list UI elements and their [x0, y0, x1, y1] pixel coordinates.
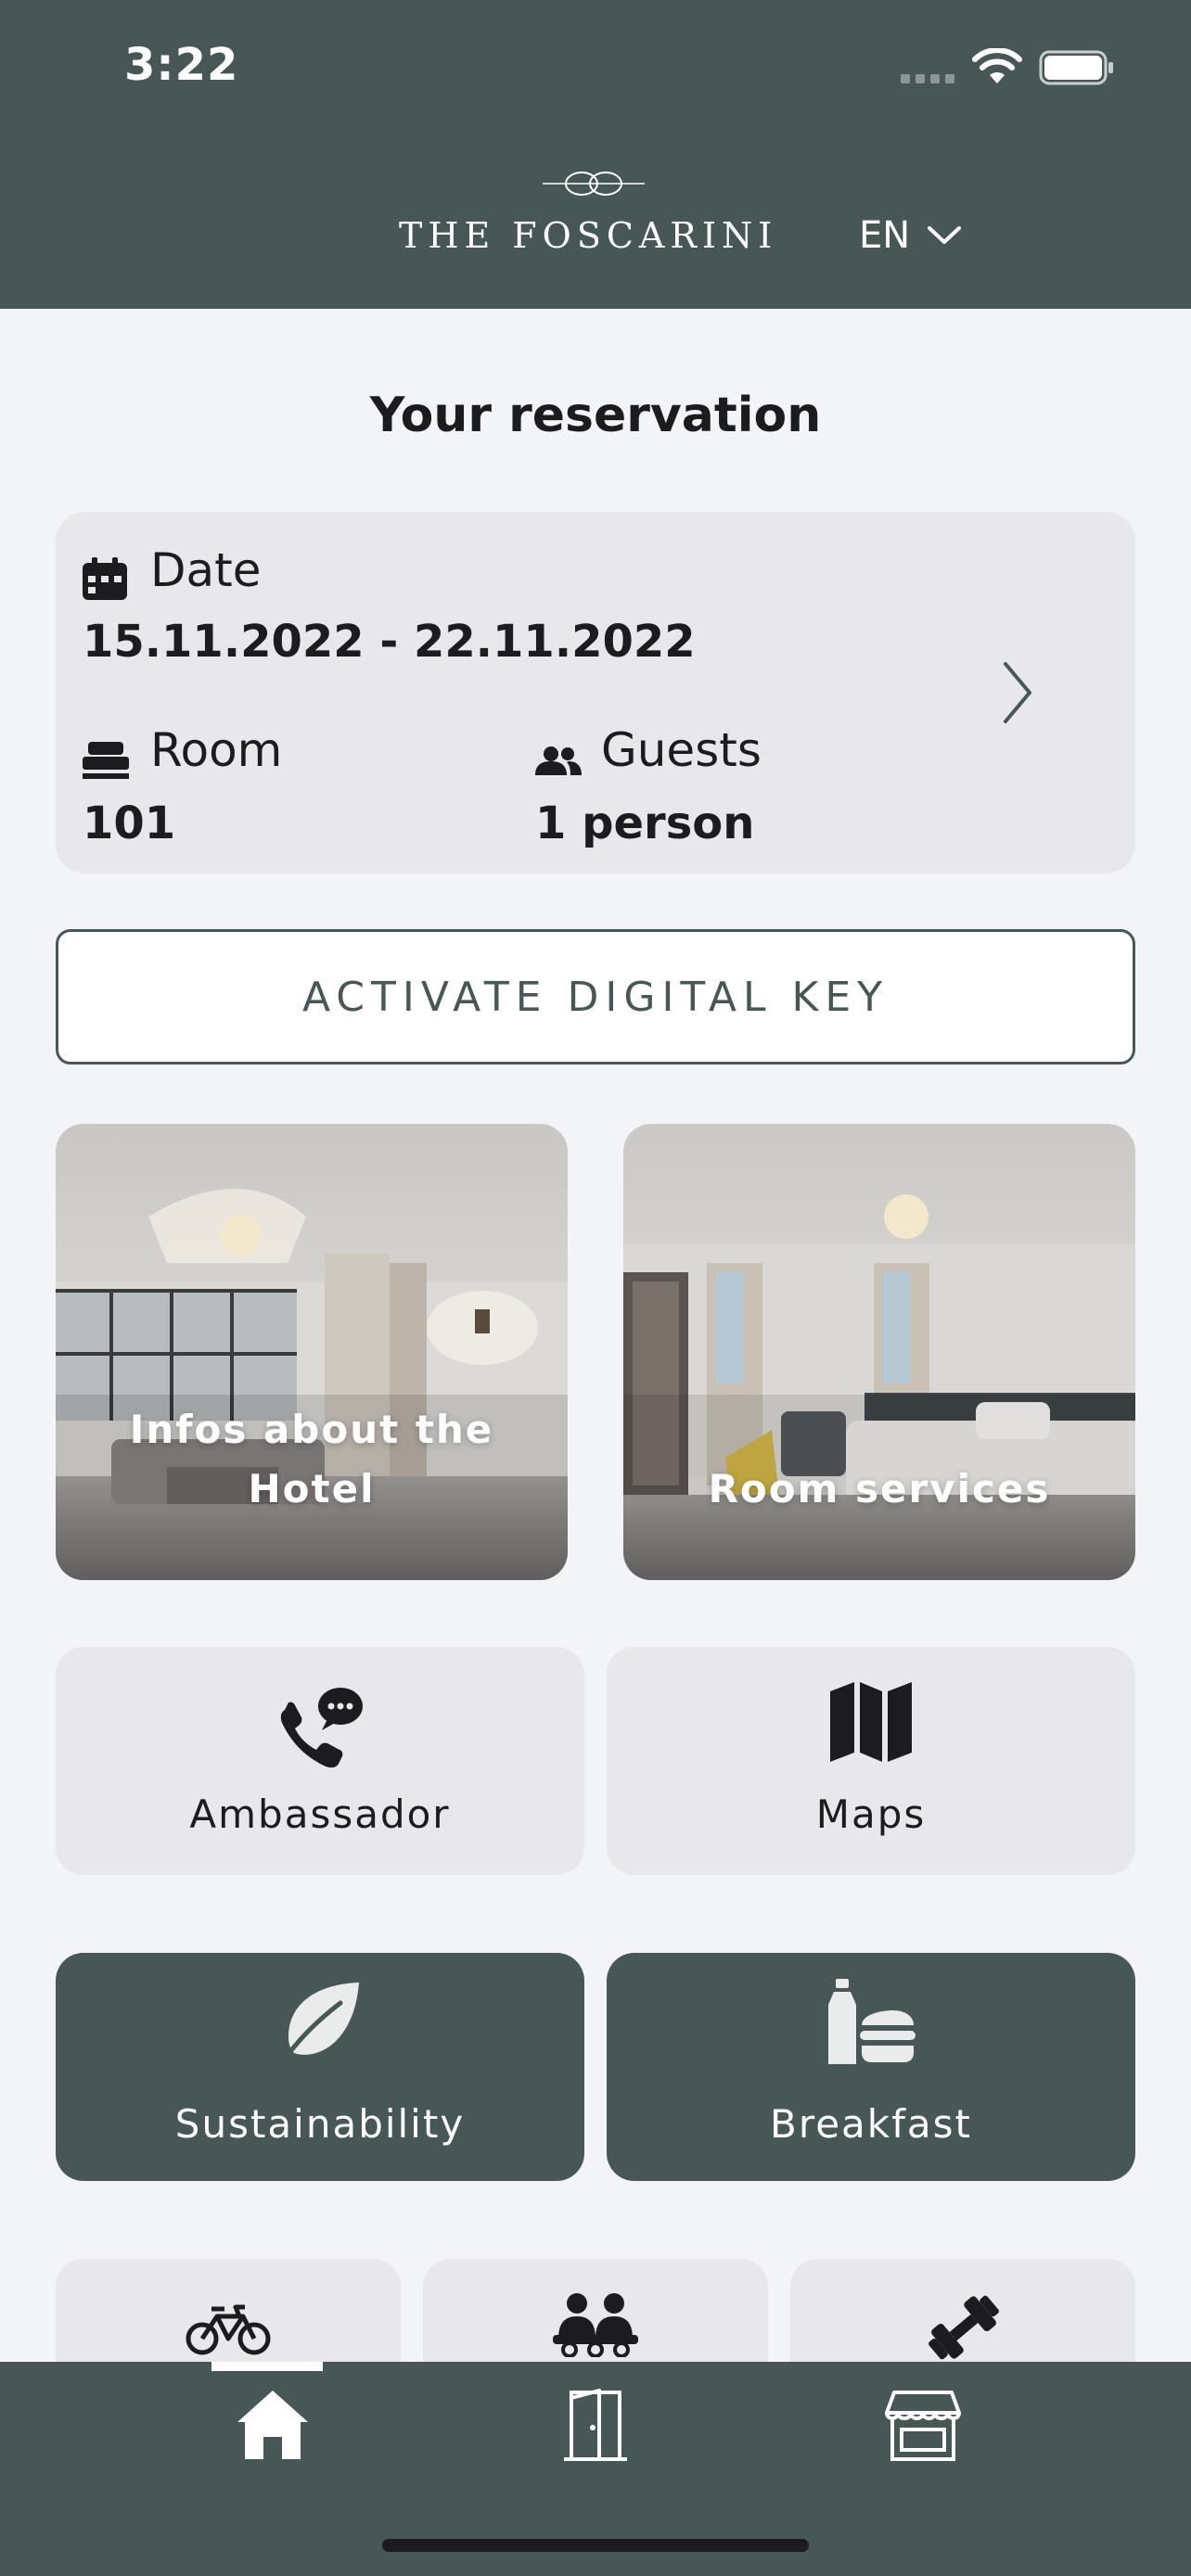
- language-label: EN: [859, 214, 911, 257]
- date-label: Date: [150, 543, 262, 597]
- wifi-icon: [972, 48, 1022, 83]
- chevron-down-icon: [928, 226, 962, 244]
- active-tab-indicator: [211, 2362, 323, 2371]
- people-icon: [553, 2293, 638, 2357]
- guests-label: Guests: [601, 723, 762, 777]
- map-icon: [830, 1682, 912, 1762]
- chevron-right-icon[interactable]: [1002, 660, 1033, 725]
- calendar-icon: [83, 557, 127, 600]
- status-time: 3:22: [124, 39, 239, 91]
- leaf-icon: [278, 1983, 359, 2067]
- home-icon[interactable]: [236, 2389, 310, 2459]
- sustainability-tile[interactable]: Sustainability: [56, 1953, 584, 2181]
- sustainability-label: Sustainability: [174, 2101, 466, 2147]
- hotel-info-label-line2: Hotel: [248, 1466, 376, 1511]
- bicycle-icon: [186, 2304, 271, 2355]
- ambassador-tile[interactable]: Ambassador: [56, 1647, 584, 1875]
- breakfast-tile[interactable]: Breakfast: [607, 1953, 1135, 2181]
- phone-chat-icon: [280, 1688, 363, 1768]
- store-icon[interactable]: [885, 2389, 961, 2461]
- bed-icon: [83, 742, 129, 779]
- home-indicator: [382, 2539, 809, 2552]
- hotel-info-label-line1: Infos about the: [129, 1407, 494, 1452]
- date-value: 15.11.2022 - 22.11.2022: [83, 616, 696, 668]
- maps-label: Maps: [815, 1792, 927, 1837]
- guests-icon: [535, 746, 582, 775]
- guests-value: 1 person: [535, 797, 755, 849]
- door-icon[interactable]: [562, 2389, 629, 2461]
- activate-digital-key-button[interactable]: ACTIVATE DIGITAL KEY: [56, 929, 1135, 1065]
- breakfast-label: Breakfast: [770, 2101, 972, 2147]
- reservation-title: Your reservation: [369, 388, 822, 443]
- ambassador-label: Ambassador: [189, 1792, 451, 1837]
- cellular-signal-icon: [901, 74, 956, 83]
- maps-tile[interactable]: Maps: [607, 1647, 1135, 1875]
- room-value: 101: [83, 797, 176, 849]
- brand-logo-icon: [543, 172, 645, 196]
- dumbbell-icon: [928, 2295, 999, 2360]
- language-selector[interactable]: EN: [859, 211, 962, 260]
- battery-icon: [1039, 50, 1113, 85]
- food-icon: [828, 1979, 916, 2064]
- brand-name: THE FOSCARINI: [399, 215, 778, 256]
- room-services-tile[interactable]: Room services: [623, 1124, 1135, 1580]
- room-services-label: Room services: [708, 1466, 1051, 1511]
- room-label: Room: [150, 723, 283, 777]
- hotel-info-tile[interactable]: Infos about the Hotel: [56, 1124, 568, 1580]
